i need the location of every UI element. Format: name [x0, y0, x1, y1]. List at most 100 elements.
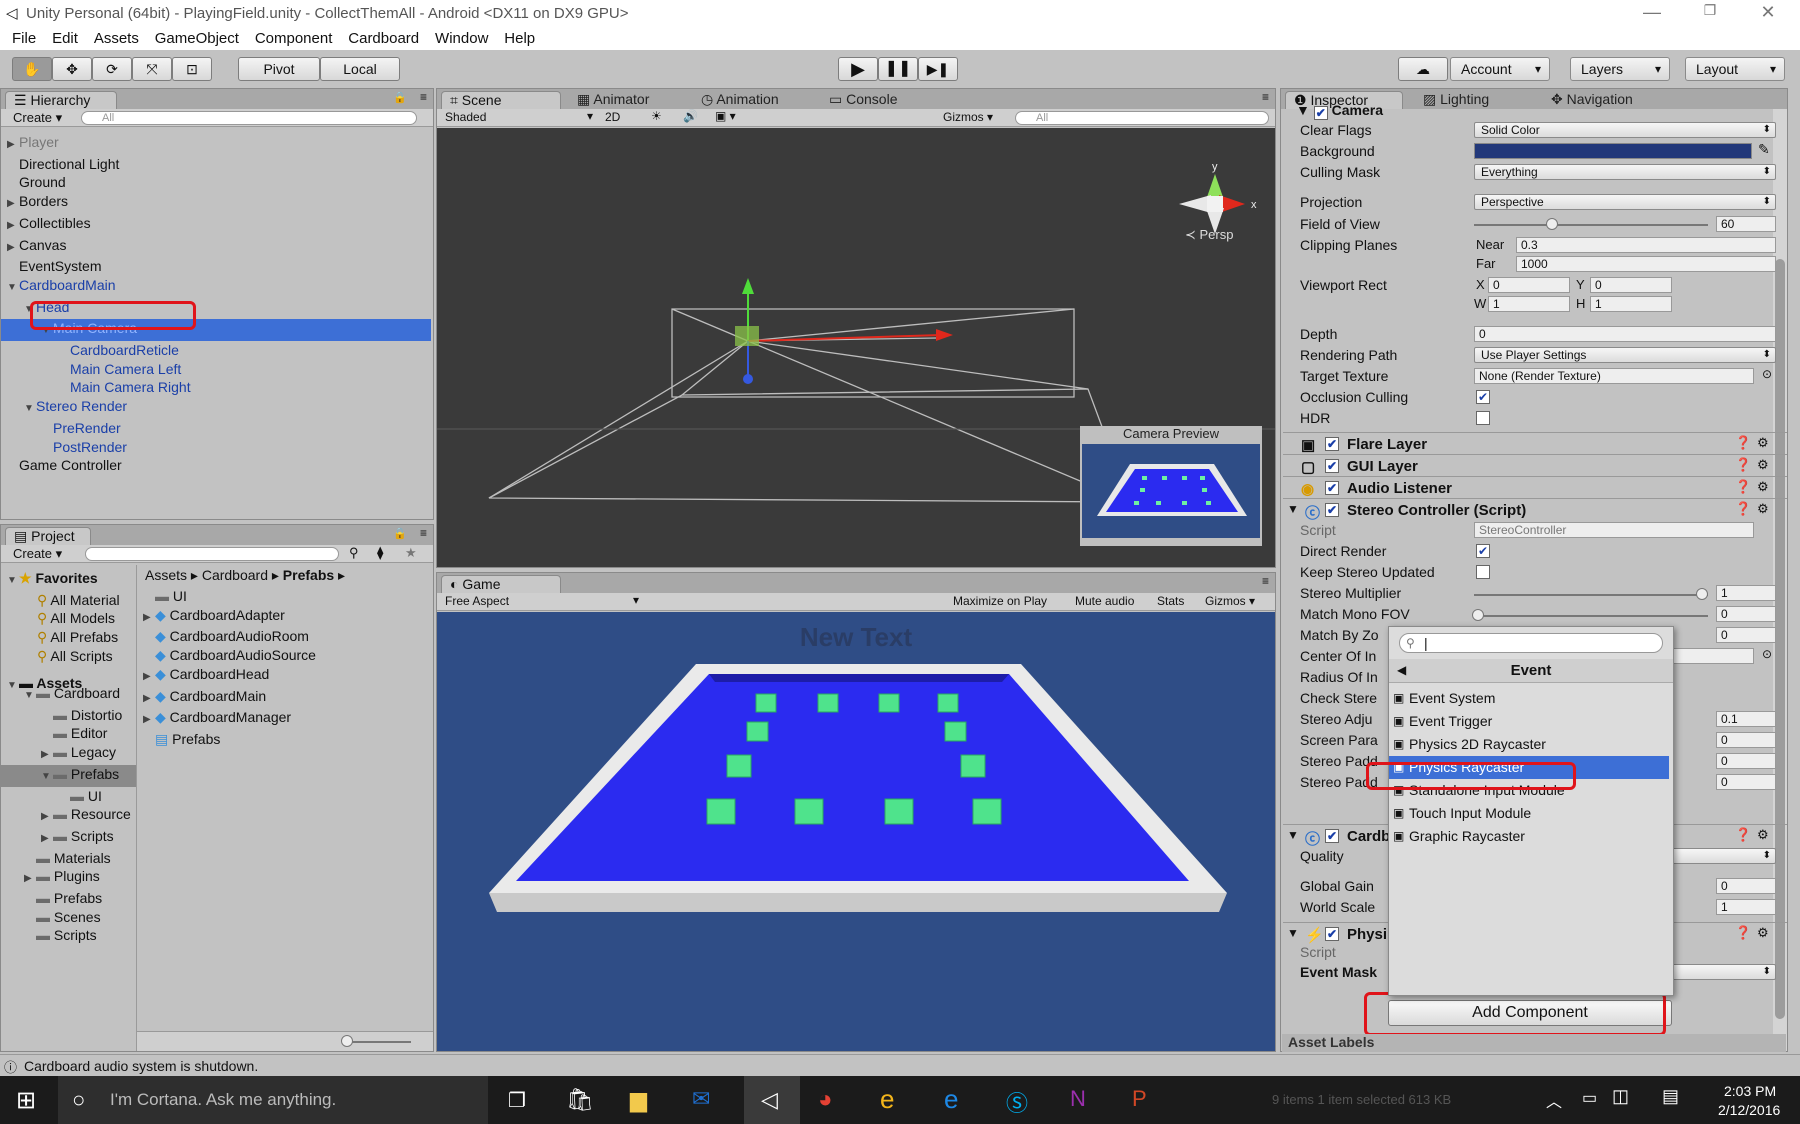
popup-menu-item[interactable]: ▣ Physics 2D Raycaster	[1389, 733, 1669, 756]
folder-item[interactable]: ▬ UI	[7, 787, 136, 806]
hierarchy-item[interactable]: Main Camera Right	[7, 378, 431, 397]
popup-menu-item[interactable]: ▣ Event System	[1389, 687, 1669, 710]
favorite-item[interactable]: ⚲ All Models	[7, 609, 136, 628]
stereo-controller-header[interactable]: ▼ ⓒ ✔ Stereo Controller (Script) ❓ ⚙	[1283, 498, 1787, 522]
hierarchy-item[interactable]: ▼ CardboardMain	[7, 276, 431, 298]
chrome-icon[interactable]: ◕	[818, 1086, 833, 1114]
folder-item[interactable]: ▶ ▬ Plugins	[7, 867, 136, 889]
flare-layer-header[interactable]: ▣ ✔ Flare Layer ❓ ⚙	[1283, 432, 1787, 454]
tab-hierarchy[interactable]: ☰ Hierarchy	[5, 91, 117, 109]
outlook-icon[interactable]: ✉	[692, 1086, 710, 1112]
expand-arrow-icon[interactable]: ▶	[7, 136, 19, 155]
cardboard-checkbox[interactable]: ✔	[1325, 829, 1339, 843]
action-center-icon[interactable]: ▤	[1662, 1086, 1679, 1107]
cortana-search-box[interactable]: ○ I'm Cortana. Ask me anything.	[58, 1076, 488, 1124]
event-mask-dropdown[interactable]	[1660, 964, 1776, 980]
popup-menu-item[interactable]: ▣ Touch Input Module	[1389, 802, 1669, 825]
menu-gameobject[interactable]: GameObject	[155, 28, 239, 50]
tab-animator[interactable]: ▦ Animator	[569, 91, 657, 109]
asset-item[interactable]: ◆ CardboardAudioSource	[143, 646, 433, 665]
pause-button[interactable]: ❚❚	[878, 57, 918, 81]
scrollbar-thumb[interactable]	[1775, 259, 1785, 1019]
expand-arrow-icon[interactable]: ▶	[41, 746, 53, 765]
asset-item[interactable]: ▬ UI	[143, 587, 433, 606]
gear-icon[interactable]: ⚙	[1757, 501, 1769, 517]
projection-dropdown[interactable]: Perspective	[1474, 194, 1776, 210]
scene-search-input[interactable]: All	[1015, 111, 1269, 125]
near-field[interactable]: 0.3	[1516, 237, 1776, 253]
help-icon[interactable]: ❓	[1735, 501, 1751, 517]
shading-dropdown[interactable]: Shaded	[445, 110, 486, 124]
quality-dropdown[interactable]	[1660, 848, 1776, 864]
lock-icon[interactable]: 🔒	[393, 91, 407, 104]
folder-item[interactable]: ▼ ▬ Prefabs	[1, 764, 136, 787]
favorite-item[interactable]: ⚲ All Material	[7, 591, 136, 610]
game-gizmos-toggle[interactable]: Gizmos ▾	[1205, 594, 1255, 608]
expand-arrow-icon[interactable]: ▶	[7, 217, 19, 236]
script-field[interactable]: StereoController	[1474, 522, 1754, 538]
folder-item[interactable]: ▶ ▬ Resource	[7, 805, 136, 827]
maximize-on-play-toggle[interactable]: Maximize on Play	[953, 594, 1047, 608]
tab-game[interactable]: ◐ Game	[441, 575, 561, 593]
screen-parallax-field[interactable]: 0	[1716, 732, 1776, 748]
camera-component-header[interactable]: ▼ ✔ Camera	[1296, 102, 1383, 120]
status-message[interactable]: Cardboard audio system is shutdown.	[24, 1058, 258, 1074]
rendering-path-dropdown[interactable]: Use Player Settings	[1474, 347, 1776, 363]
object-picker-icon[interactable]: ⊙	[1762, 647, 1772, 661]
help-icon[interactable]: ❓	[1735, 479, 1751, 495]
asset-item[interactable]: ▤ Prefabs	[143, 730, 433, 749]
hierarchy-item[interactable]: EventSystem	[7, 257, 431, 276]
hierarchy-item[interactable]: CardboardReticle	[7, 341, 431, 360]
expand-arrow-icon[interactable]: ▼	[24, 400, 36, 419]
help-icon[interactable]: ❓	[1735, 457, 1751, 473]
filter-label-icon[interactable]: ⧫	[377, 545, 383, 561]
gui-layer-header[interactable]: ▢ ✔ GUI Layer ❓ ⚙	[1283, 454, 1787, 476]
expand-arrow-icon[interactable]: ▶	[7, 239, 19, 258]
audio-icon[interactable]: 🔊	[683, 109, 698, 123]
layout-dropdown[interactable]: Layout	[1685, 57, 1785, 81]
hierarchy-item[interactable]: ▶ Player	[7, 133, 431, 155]
tab-navigation[interactable]: ✥ Navigation	[1543, 91, 1641, 109]
stereo-adjust-field[interactable]: 0.1	[1716, 711, 1776, 727]
asset-item[interactable]: ▶ ◆ CardboardMain	[143, 687, 433, 709]
keep-stereo-checkbox[interactable]	[1476, 565, 1490, 579]
depth-field[interactable]: 0	[1474, 326, 1776, 342]
expand-arrow-icon[interactable]: ▼	[1287, 926, 1299, 940]
minimize-button[interactable]: —	[1632, 2, 1672, 26]
menu-edit[interactable]: Edit	[52, 28, 78, 50]
favorite-item[interactable]: ⚲ All Scripts	[7, 647, 136, 666]
panel-menu-icon[interactable]: ≡	[1262, 574, 1269, 588]
popup-menu-item[interactable]: ▣ Graphic Raycaster	[1389, 825, 1669, 848]
scale-tool-button[interactable]: ⤧	[132, 57, 172, 81]
powerpoint-icon[interactable]: P	[1132, 1086, 1147, 1112]
match-by-zoom-field[interactable]: 0	[1716, 627, 1776, 643]
match-mono-fov-field[interactable]: 0	[1716, 606, 1776, 622]
fov-field[interactable]: 60	[1716, 216, 1776, 232]
asset-item[interactable]: ▶ ◆ CardboardAdapter	[143, 606, 433, 628]
flare-layer-checkbox[interactable]: ✔	[1325, 437, 1339, 451]
network-icon[interactable]: ◫	[1612, 1086, 1629, 1107]
expand-arrow-icon[interactable]: ▶	[24, 870, 36, 889]
viewport-y-field[interactable]: 0	[1590, 277, 1672, 293]
expand-arrow-icon[interactable]: ▼	[41, 768, 53, 787]
skype-icon[interactable]: Ⓢ	[1006, 1086, 1028, 1118]
far-field[interactable]: 1000	[1516, 256, 1776, 272]
stereo-multiplier-knob[interactable]	[1696, 588, 1708, 600]
viewport-h-field[interactable]: 1	[1590, 296, 1672, 312]
tab-project[interactable]: ▤ Project	[5, 527, 91, 545]
pivot-toggle[interactable]: Pivot	[238, 57, 320, 81]
occlusion-culling-checkbox[interactable]: ✔	[1476, 390, 1490, 404]
hierarchy-item[interactable]: Directional Light	[7, 155, 431, 174]
step-button[interactable]: ▶❚	[918, 57, 958, 81]
popup-menu-item[interactable]: ▣ Event Trigger	[1389, 710, 1669, 733]
expand-arrow-icon[interactable]: ▶	[143, 690, 155, 709]
account-dropdown[interactable]: Account	[1450, 57, 1550, 81]
world-scale-field[interactable]: 1	[1716, 899, 1776, 915]
asset-item[interactable]: ◆ CardboardAudioRoom	[143, 627, 433, 646]
center-of-interest-field[interactable]	[1660, 648, 1754, 664]
clock-time[interactable]: 2:03 PM	[1724, 1083, 1776, 1099]
folder-item[interactable]: ▬ Scenes	[7, 908, 136, 927]
audio-listener-checkbox[interactable]: ✔	[1325, 481, 1339, 495]
favorite-star-icon[interactable]: ★	[405, 545, 417, 561]
camera-enabled-checkbox[interactable]: ✔	[1313, 106, 1328, 120]
